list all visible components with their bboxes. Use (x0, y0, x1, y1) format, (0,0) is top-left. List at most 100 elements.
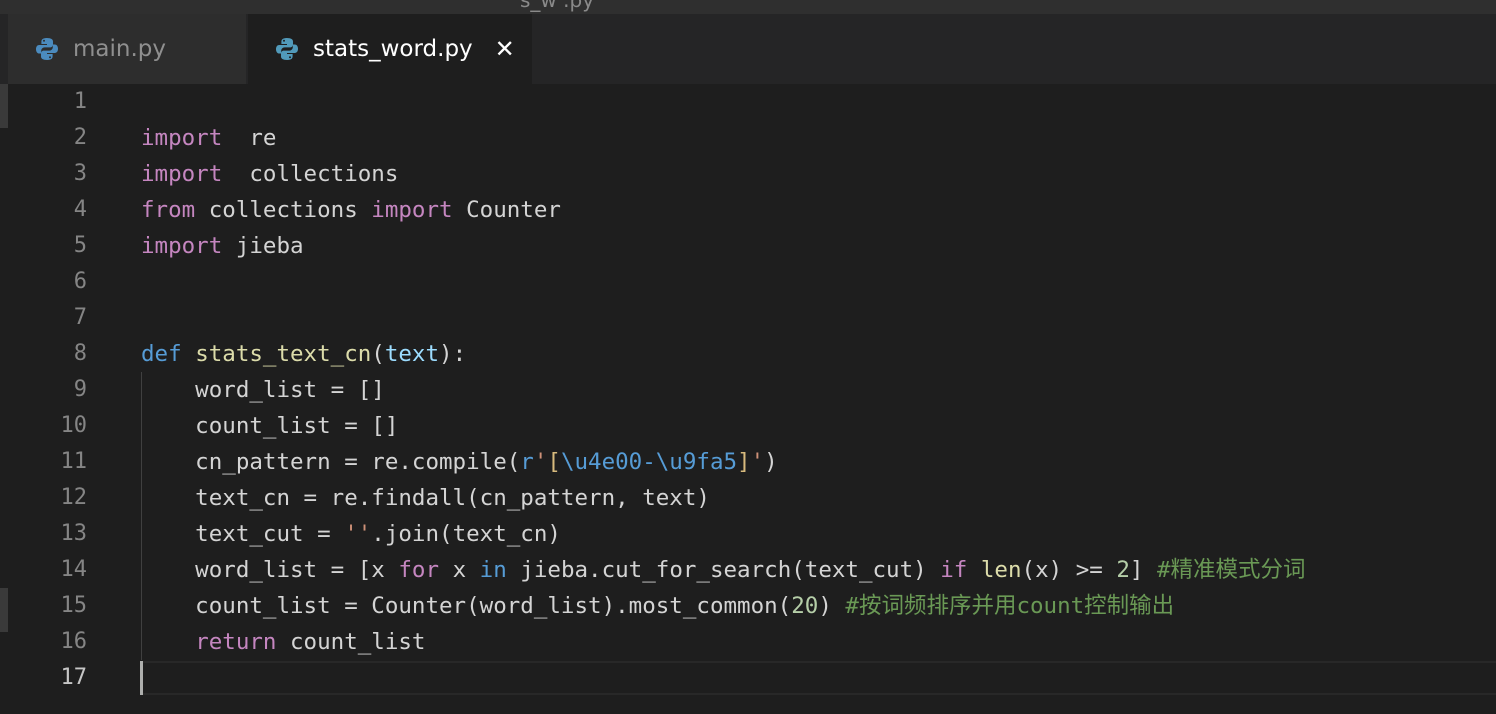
code-token: [ (547, 449, 561, 475)
code-token: return (195, 629, 277, 655)
tab-label: stats_word.py (313, 36, 473, 62)
code-token: (x) >= (1021, 557, 1117, 583)
code-token: stats_text_cn (195, 341, 372, 367)
code-token: word_list = [] (141, 377, 385, 403)
python-icon (34, 36, 60, 62)
line-number: 5 (73, 233, 87, 258)
code-text: text_cut = ''.join(text_cn) (141, 516, 561, 552)
code-token: collections (195, 197, 372, 223)
code-line[interactable]: 13 text_cut = ''.join(text_cn) (0, 516, 1496, 552)
code-token: collections (222, 161, 399, 187)
code-token: ] (737, 449, 751, 475)
code-token: .join(text_cn) (371, 521, 561, 547)
code-token: ): (439, 341, 467, 367)
code-line[interactable]: 7 (0, 300, 1496, 336)
code-token: 20 (791, 593, 819, 619)
code-token: jieba (222, 233, 304, 259)
code-token: count_list = Counter(word_list).most_com… (141, 593, 792, 619)
code-text: import collections (141, 156, 398, 192)
code-token: ( (371, 341, 385, 367)
line-number: 14 (60, 557, 88, 582)
code-token: import (141, 233, 223, 259)
line-number: 9 (73, 377, 87, 402)
code-token: if (940, 557, 968, 583)
line-number: 10 (60, 413, 88, 438)
code-text: count_list = Counter(word_list).most_com… (141, 588, 1174, 624)
code-line[interactable]: 10 count_list = [] (0, 408, 1496, 444)
code-line[interactable]: 2 import re (0, 120, 1496, 156)
code-line[interactable]: 15 count_list = Counter(word_list).most_… (0, 588, 1496, 624)
code-token: count_list = [] (141, 413, 399, 439)
code-line[interactable]: 6 (0, 264, 1496, 300)
code-token: ' (750, 449, 765, 475)
code-line[interactable]: 11 cn_pattern = re.compile(r'[\u4e00-\u9… (0, 444, 1496, 480)
code-text: from collections import Counter (141, 192, 561, 228)
code-text: word_list = [x for x in jieba.cut_for_se… (141, 552, 1306, 588)
code-line[interactable]: 1 (0, 84, 1496, 120)
python-icon (274, 36, 300, 62)
code-line[interactable]: 5 import jieba (0, 228, 1496, 264)
code-token: len (980, 557, 1022, 583)
code-line[interactable]: 9 word_list = [] (0, 372, 1496, 408)
line-number: 3 (73, 161, 87, 186)
code-line[interactable]: 16 return count_list (0, 624, 1496, 660)
code-text: word_list = [] (141, 372, 385, 408)
line-number: 1 (73, 89, 87, 114)
code-token: 2 (1116, 557, 1130, 583)
code-token: ) (764, 449, 778, 475)
code-text: cn_pattern = re.compile(r'[\u4e00-\u9fa5… (141, 444, 778, 480)
code-token: in (479, 557, 507, 583)
code-line[interactable]: 14 word_list = [x for x in jieba.cut_for… (0, 552, 1496, 588)
line-number: 2 (73, 125, 87, 150)
code-token: '' (344, 521, 372, 547)
line-number: 6 (73, 269, 87, 294)
line-number: 15 (60, 593, 88, 618)
line-number: 13 (60, 521, 88, 546)
code-token: text_cut = (141, 521, 345, 547)
code-token: ' (533, 449, 548, 475)
window-title: s_w .py (520, 0, 595, 12)
code-token: jieba.cut_for_search(text_cut) (506, 557, 941, 583)
code-token: Counter (452, 197, 561, 223)
code-text: return count_list (141, 624, 425, 660)
tab-label: main.py (73, 36, 166, 62)
code-line[interactable]: 17 (0, 660, 1496, 696)
code-line[interactable]: 4 from collections import Counter (0, 192, 1496, 228)
line-number: 11 (60, 449, 88, 474)
code-token: word_list = [x (141, 557, 399, 583)
code-text: def stats_text_cn(text): (141, 336, 466, 372)
code-token: import (371, 197, 453, 223)
code-editor[interactable]: 1 2 import re 3 import collections 4 from coll… (0, 84, 1496, 714)
code-token: text_cn = re.findall(cn_pattern, text) (141, 485, 710, 511)
tab-stats-word-py[interactable]: stats_word.py ✕ (248, 14, 532, 84)
code-line[interactable]: 8 def stats_text_cn(text): (0, 336, 1496, 372)
code-token: r (520, 449, 534, 475)
code-token: x (439, 557, 480, 583)
code-token: def (141, 341, 182, 367)
line-number: 4 (73, 197, 87, 222)
code-token: import (141, 125, 223, 151)
line-number: 16 (60, 629, 88, 654)
code-token: ] (1129, 557, 1157, 583)
code-token: #精准模式分词 (1157, 557, 1306, 583)
title-bar: s_w .py (0, 0, 1496, 14)
code-token: from (141, 197, 196, 223)
code-line[interactable]: 3 import collections (0, 156, 1496, 192)
code-text: import jieba (141, 228, 304, 264)
code-token: \u4e00-\u9fa5 (560, 449, 738, 475)
code-token: for (398, 557, 440, 583)
line-number: 7 (73, 305, 87, 330)
code-line[interactable]: 12 text_cn = re.findall(cn_pattern, text… (0, 480, 1496, 516)
code-token: re (222, 125, 277, 151)
close-icon[interactable]: ✕ (495, 35, 515, 63)
code-token: text (384, 341, 440, 367)
tab-main-py[interactable]: main.py (8, 14, 246, 84)
code-text: count_list = [] (141, 408, 398, 444)
code-token: import (141, 161, 223, 187)
code-token: ) (818, 593, 846, 619)
code-token: #按词频排序并用count控制输出 (845, 593, 1175, 619)
tab-bar: main.py stats_word.py ✕ (0, 14, 1496, 84)
